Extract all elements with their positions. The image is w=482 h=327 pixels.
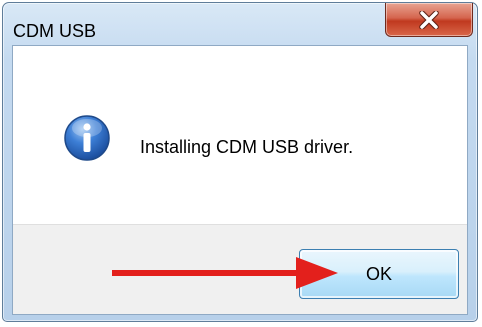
close-icon [386, 3, 472, 36]
red-arrow-icon [112, 257, 338, 289]
message-area: Installing CDM USB driver. [13, 46, 467, 224]
information-icon [63, 114, 111, 162]
close-button[interactable] [385, 3, 473, 37]
window-title: CDM USB [13, 21, 97, 41]
dialog-message: Installing CDM USB driver. [140, 137, 354, 157]
title-bar[interactable]: CDM USB [3, 3, 477, 43]
